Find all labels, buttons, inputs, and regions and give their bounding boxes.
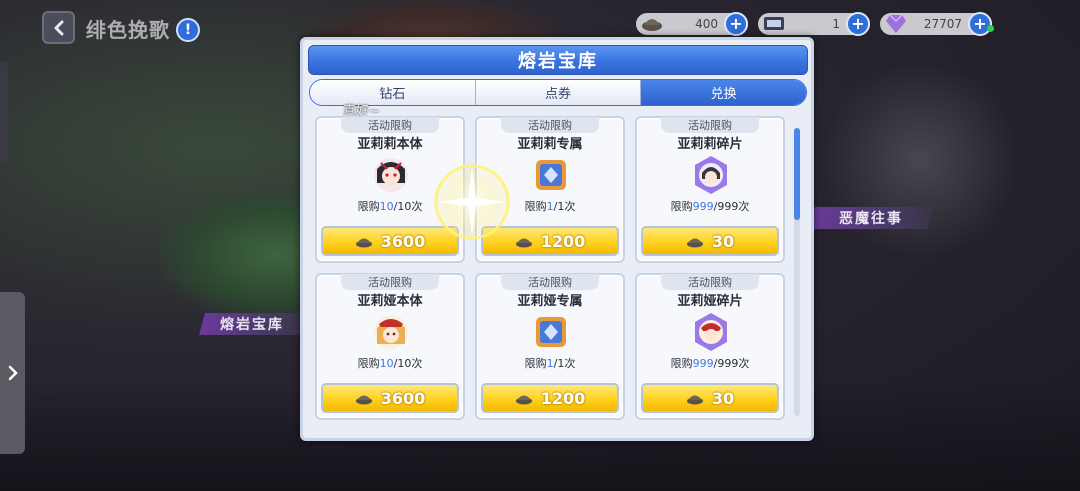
shard-crystal-icon [695, 156, 727, 194]
shop-item-grid: 活动限购 亚莉莉本体 限购10/10次 3600 活动限购 亚莉莉专属 限购1/… [315, 116, 785, 436]
limit-used: 999 [692, 200, 714, 213]
helmet-token-icon [686, 238, 703, 248]
add-ticket-button[interactable]: + [846, 12, 870, 36]
helmet-token-icon [515, 395, 532, 405]
limited-tag: 活动限购 [661, 274, 759, 290]
stage-title: 绯色挽歌 [86, 18, 170, 42]
shop-dialog: 熔岩宝库 钻石 点券 兑换 真好~ 活动限购 亚莉莉本体 限购10/10次 36… [300, 37, 814, 441]
buy-button[interactable]: 1200 [481, 383, 619, 413]
limited-tag: 活动限购 [501, 117, 599, 133]
buy-button[interactable]: 30 [641, 383, 779, 413]
diamond-icon [886, 14, 906, 33]
shard-crystal-icon [695, 313, 727, 351]
currency-diamond: 27707 + [880, 12, 992, 36]
limit-used: 1 [546, 200, 554, 213]
exclusive-box-icon [536, 317, 566, 347]
ticket-icon [764, 17, 784, 30]
shop-item-card[interactable]: 活动限购 亚莉莉碎片 限购999/999次 30 [635, 116, 785, 263]
limit-used: 10 [379, 200, 394, 213]
currency-ticket-value: 1 [832, 17, 840, 31]
limit-prefix: 限购 [670, 200, 693, 213]
limited-tag: 活动限购 [661, 117, 759, 133]
limit-used: 1 [546, 357, 554, 370]
helmet-token-icon [515, 238, 532, 248]
liya-portrait-icon [374, 315, 408, 349]
map-label-lava-vault-text: 熔岩宝库 [220, 317, 284, 333]
item-name: 亚莉莉本体 [357, 137, 423, 152]
lili-portrait-icon [374, 158, 408, 192]
currency-ticket: 1 + [758, 12, 870, 36]
limit-prefix: 限购 [670, 357, 693, 370]
tab-exchange[interactable]: 兑换 [641, 80, 806, 105]
currency-diamond-value: 27707 [923, 17, 962, 31]
limit-total: /999次 [713, 357, 750, 370]
shop-tabs: 钻石 点券 兑换 [309, 79, 807, 106]
currency-helmet: 400 + [636, 12, 748, 36]
item-name: 亚莉莉碎片 [677, 137, 743, 152]
shop-item-card[interactable]: 活动限购 亚莉娅专属 限购1/1次 1200 [475, 273, 625, 420]
limited-tag: 活动限购 [341, 274, 439, 290]
map-label-demon-past[interactable]: 恶魔往事 [809, 207, 933, 229]
limit-total: /999次 [713, 200, 750, 213]
purchase-limit: 限购1/1次 [477, 355, 623, 371]
shop-item-card[interactable]: 活动限购 亚莉娅碎片 限购999/999次 30 [635, 273, 785, 420]
price-value: 30 [711, 231, 735, 251]
back-button[interactable] [42, 11, 75, 44]
expand-sidebar-button[interactable] [0, 292, 25, 454]
buy-button[interactable]: 3600 [321, 383, 459, 413]
helmet-token-icon [642, 19, 662, 31]
limit-total: /1次 [553, 200, 576, 213]
currency-helmet-value: 400 [695, 17, 718, 31]
purchase-limit: 限购999/999次 [637, 198, 783, 214]
shop-item-card[interactable]: 活动限购 亚莉娅本体 限购10/10次 3600 [315, 273, 465, 420]
map-label-lava-vault[interactable]: 熔岩宝库 [199, 313, 305, 335]
limit-prefix: 限购 [357, 200, 380, 213]
helmet-token-icon [355, 395, 372, 405]
chevron-left-icon [54, 20, 63, 35]
price-value: 1200 [540, 231, 586, 251]
purchase-limit: 限购999/999次 [637, 355, 783, 371]
scroll-thumb[interactable] [794, 128, 800, 220]
limit-prefix: 限购 [524, 200, 547, 213]
limit-prefix: 限购 [524, 357, 547, 370]
limited-tag: 活动限购 [501, 274, 599, 290]
add-helmet-button[interactable]: + [724, 12, 748, 36]
price-value: 30 [711, 388, 735, 408]
exclusive-box-icon [536, 160, 566, 190]
dialog-title: 熔岩宝库 [308, 45, 808, 75]
chevron-right-icon [8, 365, 18, 381]
add-diamond-button[interactable]: + [968, 12, 992, 36]
tab-diamond[interactable]: 钻石 [310, 80, 476, 105]
item-name: 亚莉娅碎片 [677, 294, 743, 309]
limit-prefix: 限购 [357, 357, 380, 370]
side-edge-handle [0, 62, 8, 162]
limit-used: 10 [379, 357, 394, 370]
helmet-token-icon [355, 238, 372, 248]
item-list-scrollbar[interactable] [794, 128, 800, 416]
limited-tag: 活动限购 [341, 117, 439, 133]
map-label-demon-past-text: 恶魔往事 [839, 211, 903, 227]
item-name: 亚莉莉专属 [517, 137, 583, 152]
purchase-limit: 限购10/10次 [317, 355, 463, 371]
helmet-token-icon [686, 395, 703, 405]
price-value: 1200 [540, 388, 586, 408]
info-button[interactable]: ! [176, 18, 200, 42]
notification-dot [987, 25, 994, 32]
limit-total: /1次 [553, 357, 576, 370]
price-value: 3600 [380, 231, 426, 251]
tap-sparkle-effect [432, 162, 512, 242]
price-value: 3600 [380, 388, 426, 408]
item-name: 亚莉娅专属 [517, 294, 583, 309]
background-rock-shape [820, 60, 1020, 260]
limit-used: 999 [692, 357, 714, 370]
buy-button[interactable]: 30 [641, 226, 779, 256]
limit-total: /10次 [393, 357, 423, 370]
limit-total: /10次 [393, 200, 423, 213]
item-name: 亚莉娅本体 [357, 294, 423, 309]
tab-coupon[interactable]: 点券 [475, 80, 642, 105]
